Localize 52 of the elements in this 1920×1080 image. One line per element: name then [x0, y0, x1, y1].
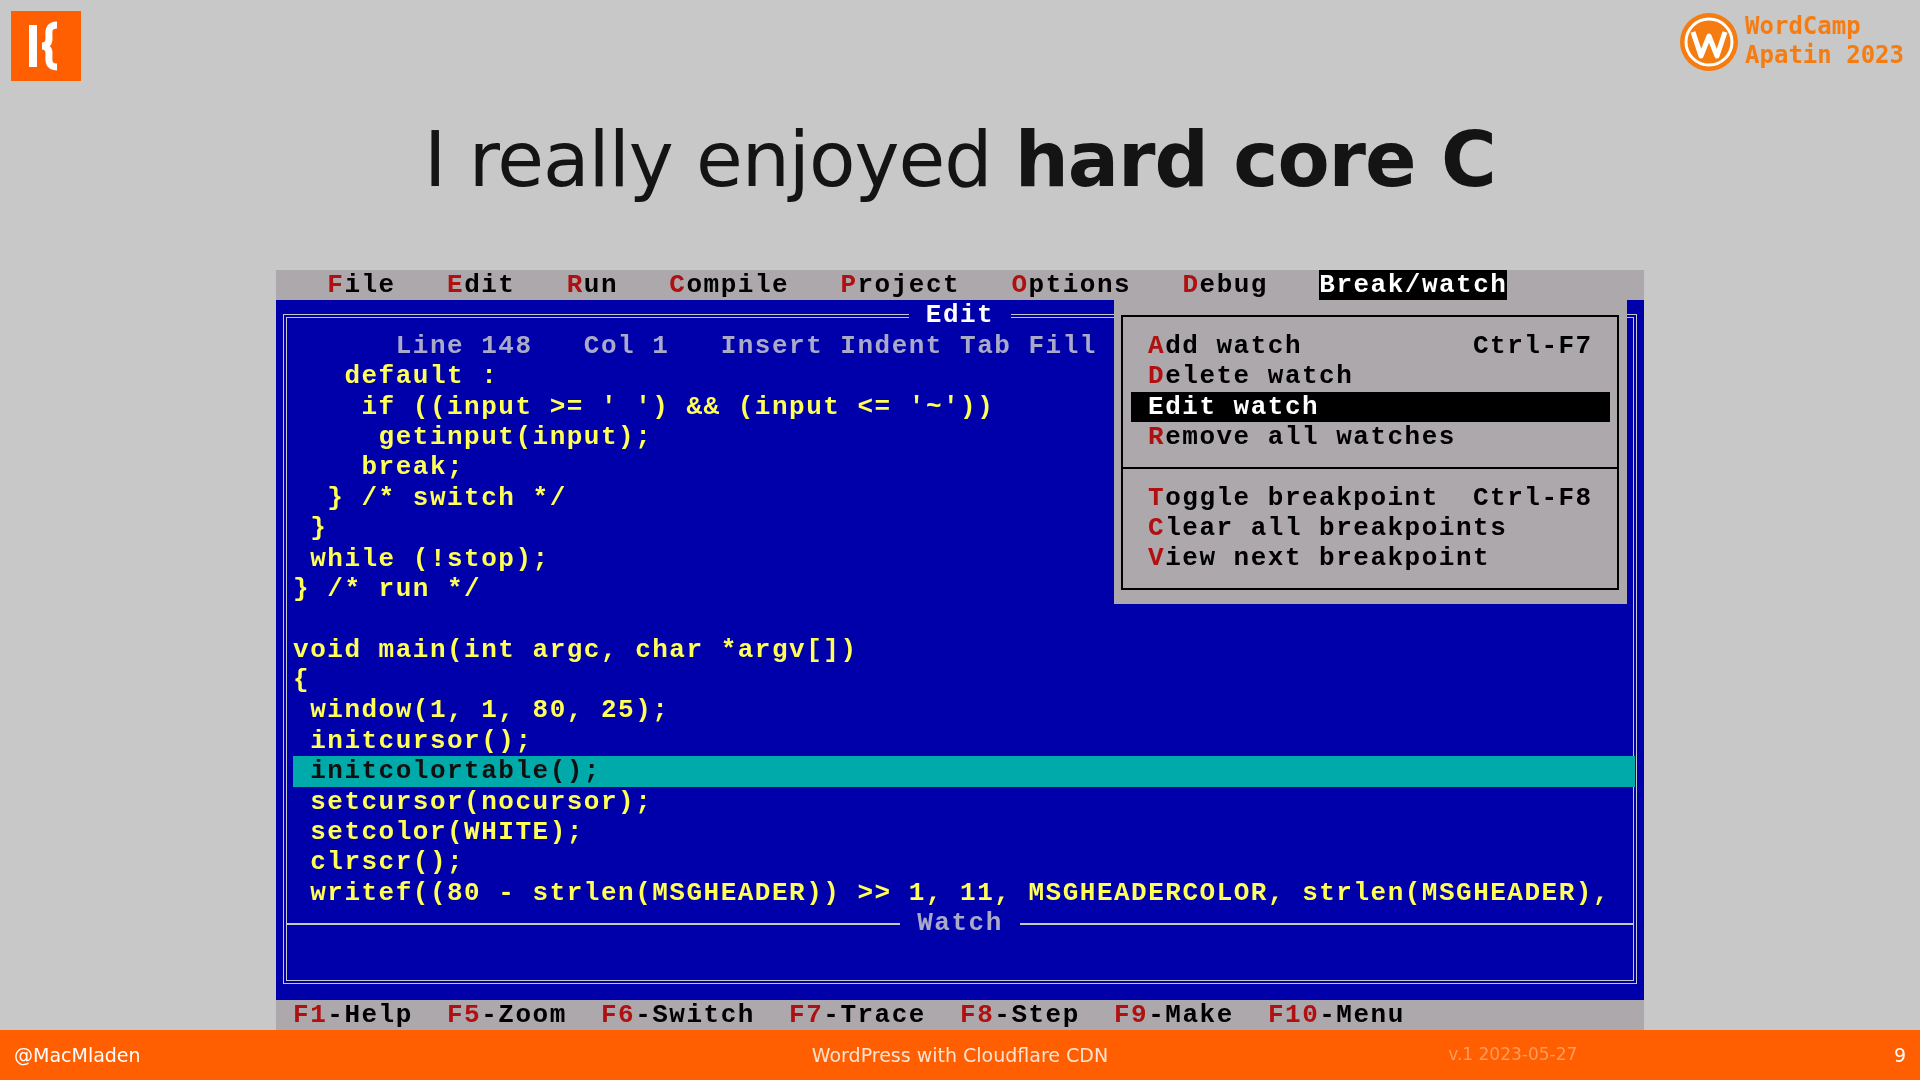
code-line: setcolor(WHITE);	[309, 817, 584, 848]
function-key[interactable]: F5-Zoom	[447, 999, 567, 1030]
menu-item[interactable]: Compile	[669, 270, 790, 301]
talk-title: WordPress with Cloudflare CDN	[811, 1044, 1109, 1066]
window-title: Watch	[916, 908, 1004, 939]
window-title: Edit	[924, 300, 996, 331]
menu-item[interactable]: Delete watch	[1131, 361, 1610, 392]
mode-indicator: Insert Indent Tab Fill	[720, 330, 1097, 362]
menu-item[interactable]: Break/watch	[1319, 270, 1508, 301]
event-name: WordCamp	[1745, 12, 1862, 41]
code-line: getinput(input);	[377, 421, 653, 453]
function-key[interactable]: F6-Switch	[600, 999, 755, 1030]
menu-item[interactable]: Project	[840, 270, 961, 301]
code-line: clrscr();	[309, 847, 465, 878]
code-line: } /* run */	[293, 573, 482, 605]
version-label: v.1 2023-05-27	[1448, 1044, 1578, 1066]
menu-item[interactable]: View next breakpoint	[1131, 543, 1610, 574]
code-line: if ((input >= ' ') && (input <= '~'))	[360, 391, 995, 422]
code-line: setcursor(nocursor);	[309, 786, 653, 818]
code-line: window(1, 1, 80, 25);	[309, 695, 670, 726]
code-line: }	[309, 513, 328, 544]
menu-item[interactable]: Add watch Ctrl-F7	[1131, 330, 1610, 362]
menu-item[interactable]: Debug	[1182, 270, 1268, 301]
column-indicator: Col 1	[583, 330, 670, 362]
menu-item[interactable]: Clear all breakpoints	[1131, 513, 1610, 544]
line-indicator: Line 148	[395, 330, 533, 362]
menu-item[interactable]: File	[327, 270, 396, 301]
function-key[interactable]: F9-Make	[1114, 999, 1234, 1030]
menu-item[interactable]: Edit	[447, 270, 516, 301]
code-line: } /* switch */	[326, 482, 567, 514]
function-key[interactable]: F1-Help	[293, 999, 413, 1030]
code-line: void main(int argc, char *argv[])	[293, 634, 858, 666]
circle-logo-icon	[1679, 12, 1740, 72]
author-handle: @MacMladen	[13, 1044, 142, 1066]
code-line: while (!stop);	[309, 543, 550, 574]
menu-item[interactable]: Edit watch	[1131, 391, 1610, 422]
code-line: default :	[343, 361, 499, 392]
code-line: break;	[360, 452, 465, 483]
page-number: 9	[1893, 1044, 1907, 1066]
event-place: Apatin 2023	[1745, 41, 1904, 70]
function-key[interactable]: F10-Menu	[1267, 999, 1405, 1030]
slide-title: I really enjoyed hard core C	[424, 118, 1496, 206]
function-key[interactable]: F8-Step	[960, 999, 1080, 1030]
brace-logo-icon	[11, 11, 81, 81]
menu-item[interactable]: Remove all watches	[1131, 421, 1610, 453]
code-line: initcursor();	[309, 725, 533, 757]
function-key[interactable]: F7-Trace	[789, 999, 926, 1030]
menu-item[interactable]: Options	[1011, 270, 1132, 301]
menu-item[interactable]: Toggle breakpoint Ctrl-F8	[1131, 482, 1610, 514]
code-line: {	[293, 665, 311, 696]
menu-item[interactable]: Run	[566, 270, 619, 301]
code-line: writef((80 - strlen(MSGHEADER)) >> 1, 11, MSGHEADERCOLOR, strlen(MSGHEADER),	[309, 877, 1610, 909]
